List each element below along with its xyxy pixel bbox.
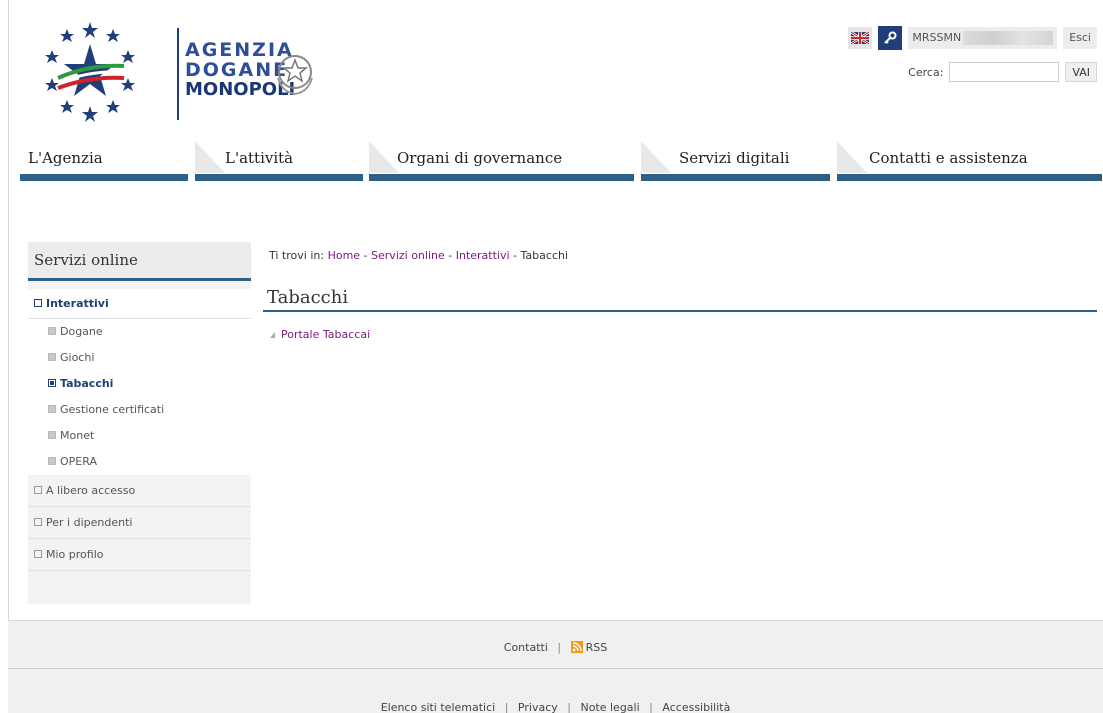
square-bullet-icon (48, 431, 56, 439)
triangle-bullet-icon (270, 332, 275, 338)
main-nav: L'Agenzia L'attività Organi di governanc… (20, 141, 1102, 183)
republic-emblem-icon (277, 55, 313, 96)
breadcrumb-servizi-link[interactable]: Servizi online (371, 249, 445, 262)
nav-item-bar (369, 174, 634, 181)
sidebar-subitem-tabacchi[interactable]: Tabacchi (28, 371, 251, 397)
search-label: Cerca: (908, 65, 944, 79)
page-border (8, 0, 9, 620)
breadcrumb-prefix: Ti trovi in: (269, 249, 325, 262)
sidebar-item-interattivi[interactable]: Interattivi (28, 289, 251, 319)
sidebar-item-libero-accesso[interactable]: A libero accesso (28, 475, 251, 507)
breadcrumb-separator: - (448, 249, 453, 262)
nav-item-servizi-digitali[interactable]: Servizi digitali (641, 141, 830, 183)
sidebar-item-mio-profilo[interactable]: Mio profilo (28, 539, 251, 571)
rss-icon (570, 641, 583, 653)
square-bullet-icon (34, 550, 42, 558)
search-button[interactable]: VAI (1065, 62, 1097, 82)
sidebar-item-label: Per i dipendenti (46, 516, 133, 529)
search-input[interactable] (949, 62, 1060, 82)
square-bullet-icon (48, 327, 56, 335)
sidebar-subitem-giochi[interactable]: Giochi (28, 345, 251, 371)
breadcrumb-home-link[interactable]: Home (328, 249, 360, 262)
footer-separator: | (567, 701, 571, 713)
sidebar-subitem-label: Monet (60, 429, 95, 442)
sidebar-item-label: A libero accesso (46, 484, 136, 497)
sidebar-section-active: Interattivi Dogane Giochi Tabacchi Gesti… (28, 289, 251, 475)
breadcrumb-interattivi-link[interactable]: Interattivi (456, 249, 510, 262)
sidebar-subitem-opera[interactable]: OPERA (28, 449, 251, 475)
nav-item-label: Contatti e assistenza (869, 149, 1028, 167)
square-bullet-icon (48, 353, 56, 361)
sidebar-subitem-label: Giochi (60, 351, 95, 364)
nav-item-corner (641, 141, 671, 173)
square-bullet-icon (48, 379, 56, 387)
portale-tabaccai-link[interactable]: Portale Tabaccai (270, 328, 370, 341)
title-rule (263, 310, 1097, 312)
nav-item-attivita[interactable]: L'attività (195, 141, 363, 183)
sidebar-subitem-gestione-certificati[interactable]: Gestione certificati (28, 397, 251, 423)
footer-rss-link[interactable]: RSS (586, 641, 608, 654)
footer-link-accessibilita[interactable]: Accessibilità (662, 701, 730, 713)
nav-item-governance[interactable]: Organi di governance (369, 141, 634, 183)
english-flag-icon[interactable] (848, 27, 873, 49)
breadcrumb-separator: - (513, 249, 518, 262)
nav-item-contatti[interactable]: Contatti e assistenza (837, 141, 1102, 183)
nav-item-bar (195, 174, 363, 181)
logo-divider (177, 28, 179, 120)
sidebar-subitem-dogane[interactable]: Dogane (28, 319, 251, 345)
nav-item-bar (641, 174, 830, 181)
nav-item-label: L'attività (225, 149, 294, 167)
sidebar-subitem-monet[interactable]: Monet (28, 423, 251, 449)
square-bullet-icon (34, 486, 42, 494)
nav-item-agenzia[interactable]: L'Agenzia (20, 141, 188, 183)
nav-item-label: Organi di governance (397, 149, 563, 167)
sidebar-subitem-label: Dogane (60, 325, 103, 338)
sidebar-subitem-label: OPERA (60, 455, 97, 468)
square-bullet-icon (48, 457, 56, 465)
nav-item-bar (837, 174, 1102, 181)
breadcrumb: Ti trovi in: Home - Servizi online - Int… (269, 249, 568, 262)
footer-link-siti[interactable]: Elenco siti telematici (381, 701, 496, 713)
sidebar: Servizi online Interattivi Dogane Giochi… (28, 242, 251, 604)
nav-item-label: Servizi digitali (679, 149, 790, 167)
sidebar-title: Servizi online (28, 242, 251, 278)
breadcrumb-current: Tabacchi (520, 249, 569, 262)
footer-link-note-legali[interactable]: Note legali (580, 701, 639, 713)
user-code: MRSSMN (912, 31, 962, 44)
sidebar-item-label: Interattivi (46, 297, 109, 310)
sidebar-title-bar (28, 278, 251, 281)
sidebar-subitem-label: Tabacchi (60, 377, 114, 390)
user-toolbar: MRSSMN Esci (848, 26, 1097, 50)
user-name: MRSSMN (908, 27, 1058, 49)
sidebar-item-label: Mio profilo (46, 548, 104, 561)
page-title: Tabacchi (267, 287, 349, 308)
portale-tabaccai-label: Portale Tabaccai (281, 328, 371, 341)
footer-top-links: Contatti | RSS (8, 621, 1103, 669)
key-icon[interactable] (878, 26, 903, 50)
agency-logo[interactable]: AGENZIA DOGANE MONOPOLI (36, 20, 326, 130)
sidebar-item-dipendenti[interactable]: Per i dipendenti (28, 507, 251, 539)
square-bullet-icon (34, 299, 42, 307)
footer-bottom-links: Elenco siti telematici | Privacy | Note … (8, 701, 1103, 713)
square-bullet-icon (34, 518, 42, 526)
stars-emblem-icon (45, 22, 135, 122)
footer: Contatti | RSS Elenco siti telematici | … (8, 620, 1103, 713)
sidebar-subitem-label: Gestione certificati (60, 403, 165, 416)
footer-separator: | (557, 641, 562, 654)
footer-separator: | (649, 701, 653, 713)
user-name-redaction (963, 31, 1054, 45)
square-bullet-icon (48, 405, 56, 413)
footer-separator: | (504, 701, 509, 713)
breadcrumb-separator: - (363, 249, 368, 262)
nav-item-label: L'Agenzia (28, 149, 103, 167)
footer-contatti-link[interactable]: Contatti (504, 641, 548, 654)
nav-item-bar (20, 174, 188, 181)
logout-button[interactable]: Esci (1063, 27, 1097, 49)
search-form: Cerca: VAI (908, 62, 1097, 82)
footer-link-privacy[interactable]: Privacy (518, 701, 558, 713)
